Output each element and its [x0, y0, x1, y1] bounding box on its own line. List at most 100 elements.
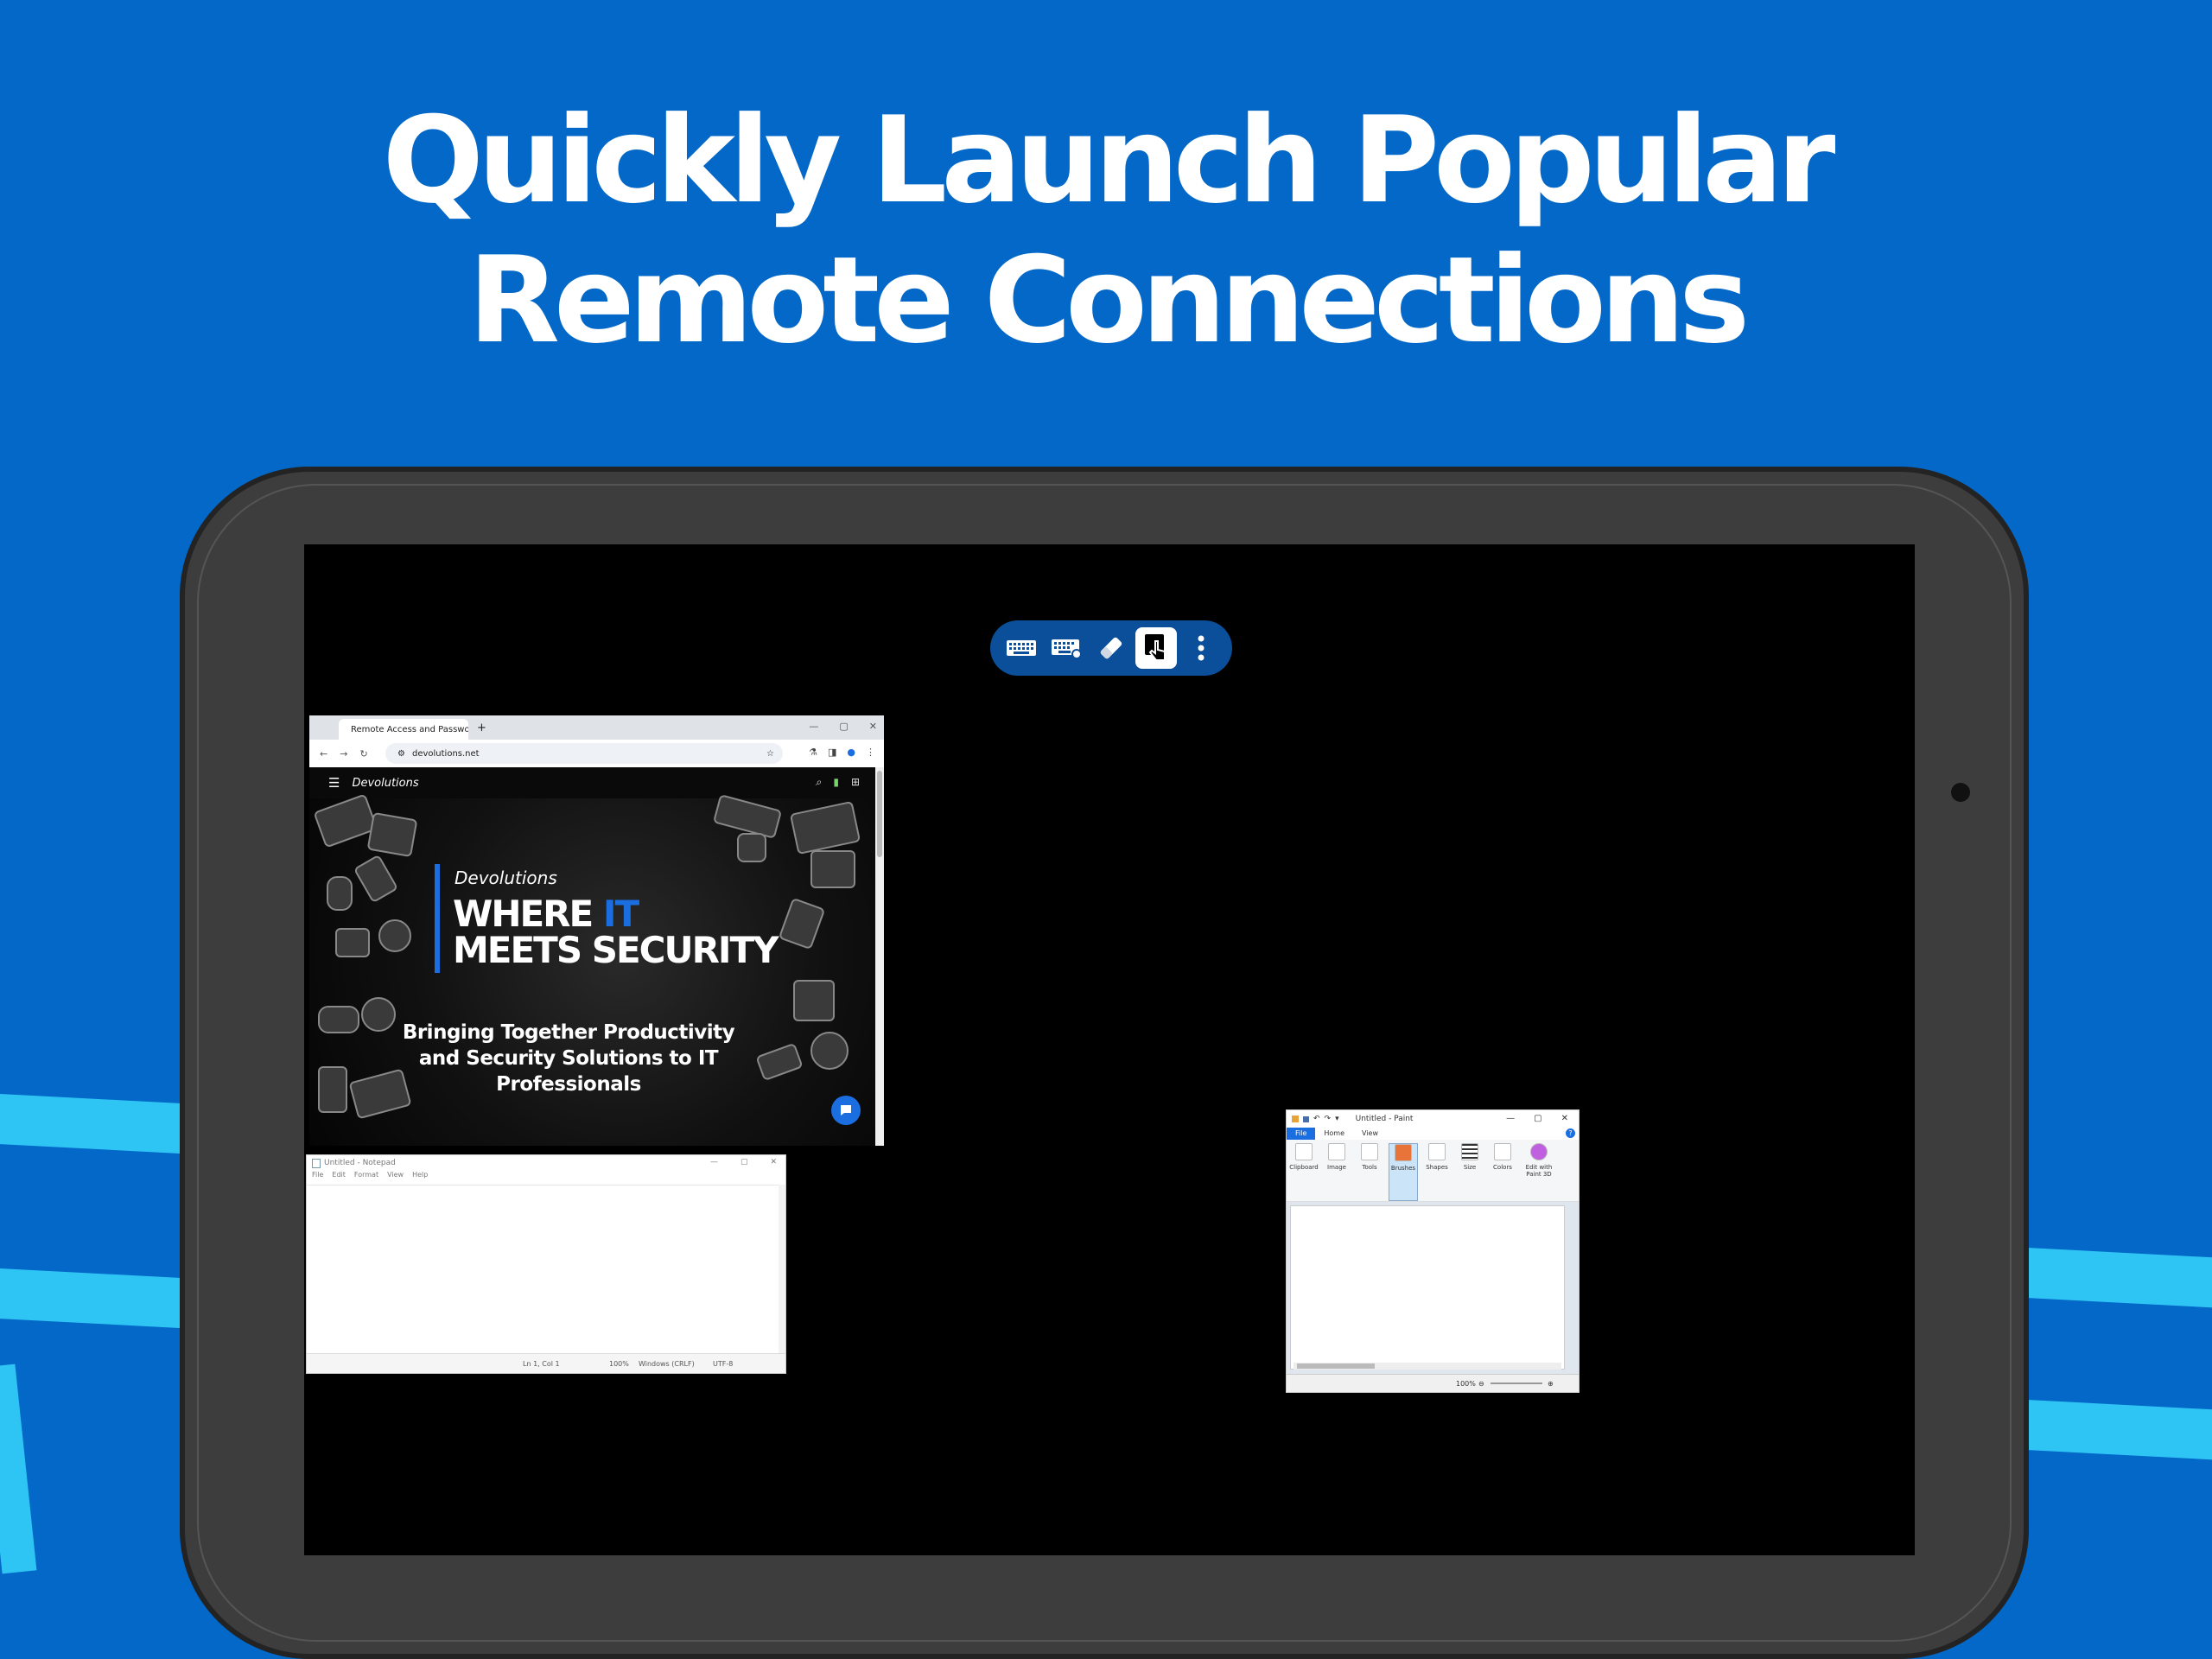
- minimize-icon[interactable]: —: [809, 721, 818, 732]
- device-illustration: [810, 850, 855, 888]
- profile-icon[interactable]: ●: [847, 747, 855, 758]
- brush-icon: [1395, 1144, 1412, 1161]
- tools-label: Tools: [1362, 1164, 1377, 1171]
- size-tool[interactable]: Size: [1456, 1143, 1484, 1201]
- minimize-icon[interactable]: —: [1506, 1114, 1515, 1123]
- help-icon[interactable]: ?: [1566, 1128, 1575, 1138]
- maximize-icon[interactable]: ▢: [1534, 1114, 1541, 1123]
- browser-menu-icon[interactable]: ⋮: [866, 747, 875, 758]
- battery-icon[interactable]: ▮: [833, 776, 839, 789]
- paint-statusbar: 100% ⊖ ⊕: [1287, 1374, 1579, 1392]
- search-icon[interactable]: ⌕: [816, 776, 822, 789]
- plant-illustration: [318, 1066, 347, 1113]
- site-logo[interactable]: Devolutions: [352, 777, 418, 790]
- remote-desktop-screen[interactable]: Remote Access and Password M ✕ + — ▢ ✕ ←…: [304, 544, 1915, 1555]
- hamburger-menu-icon[interactable]: ☰: [328, 775, 340, 791]
- new-tab-button[interactable]: +: [477, 721, 486, 734]
- zoom-level: 100%: [1456, 1380, 1476, 1388]
- notepad-text-area[interactable]: [307, 1185, 779, 1354]
- server-illustration: [366, 811, 418, 858]
- paint-horizontal-scrollbar[interactable]: [1294, 1363, 1561, 1370]
- bookmark-star-icon[interactable]: ☆: [766, 749, 774, 759]
- accent-stripe: [0, 1363, 37, 1574]
- phone-illustration: [778, 897, 826, 950]
- save-icon[interactable]: [1303, 1116, 1309, 1122]
- headline-line-1: Quickly Launch Popular: [382, 91, 1836, 230]
- tab-view[interactable]: View: [1353, 1128, 1387, 1140]
- status-line-endings: Windows (CRLF): [639, 1360, 695, 1368]
- menu-view[interactable]: View: [387, 1171, 404, 1183]
- apps-grid-icon[interactable]: ⊞: [851, 776, 860, 789]
- browser-tab-title: Remote Access and Password M: [351, 724, 468, 734]
- keyboard-icon[interactable]: [1001, 627, 1042, 669]
- tab-home[interactable]: Home: [1315, 1128, 1353, 1140]
- disk-illustration: [378, 919, 411, 952]
- camera-icon: [1951, 783, 1970, 802]
- browser-window[interactable]: Remote Access and Password M ✕ + — ▢ ✕ ←…: [309, 715, 884, 1146]
- maximize-icon[interactable]: ▢: [741, 1158, 748, 1166]
- scrollbar-thumb[interactable]: [1297, 1363, 1375, 1369]
- floating-toolbar: [990, 620, 1232, 676]
- size-label: Size: [1463, 1164, 1477, 1171]
- mug-illustration: [737, 833, 766, 862]
- eraser-icon[interactable]: [1090, 627, 1132, 669]
- image-tool[interactable]: Image: [1323, 1143, 1351, 1201]
- paint3d-tool[interactable]: Edit with Paint 3D: [1522, 1143, 1556, 1201]
- chat-icon[interactable]: [831, 1096, 861, 1125]
- sidepanel-icon[interactable]: ◨: [828, 747, 836, 758]
- zoom-in-icon[interactable]: ⊕: [1548, 1380, 1554, 1388]
- keyboard-settings-icon[interactable]: [1046, 627, 1087, 669]
- clipboard-icon: [1295, 1143, 1313, 1160]
- cable-illustration: [755, 1042, 804, 1082]
- scrollbar-thumb[interactable]: [877, 771, 882, 857]
- touch-mode-icon[interactable]: [1135, 627, 1177, 669]
- shapes-tool[interactable]: Shapes: [1423, 1143, 1451, 1201]
- site-info-icon[interactable]: ⚙: [397, 749, 405, 759]
- close-icon[interactable]: ✕: [1561, 1114, 1568, 1123]
- quick-access-dropdown-icon[interactable]: ▾: [1335, 1115, 1339, 1123]
- paint-ribbon-tabs: File Home View ?: [1287, 1128, 1579, 1140]
- back-icon[interactable]: ←: [320, 748, 327, 760]
- reload-icon[interactable]: ↻: [359, 748, 367, 760]
- cup-illustration: [335, 928, 370, 957]
- browser-tab[interactable]: Remote Access and Password M ✕: [339, 719, 468, 740]
- notepad-icon: [312, 1158, 321, 1168]
- forward-icon[interactable]: →: [340, 748, 347, 760]
- paint-window-controls: — ▢ ✕: [1506, 1114, 1568, 1123]
- paint3d-label: Edit with Paint 3D: [1525, 1164, 1553, 1178]
- image-label: Image: [1327, 1164, 1346, 1171]
- shapes-label: Shapes: [1426, 1164, 1448, 1171]
- browser-scrollbar[interactable]: [875, 767, 884, 1146]
- undo-icon[interactable]: ↶: [1313, 1115, 1320, 1123]
- paint-canvas[interactable]: [1290, 1205, 1565, 1370]
- colors-tool[interactable]: Colors: [1489, 1143, 1516, 1201]
- redo-icon[interactable]: ↷: [1325, 1115, 1332, 1123]
- more-vertical-icon[interactable]: [1180, 627, 1222, 669]
- menu-file[interactable]: File: [312, 1171, 323, 1183]
- tab-file[interactable]: File: [1287, 1128, 1316, 1140]
- line-size-icon: [1461, 1143, 1478, 1160]
- maximize-icon[interactable]: ▢: [839, 721, 848, 732]
- notepad-menubar: File Edit Format View Help: [307, 1171, 785, 1183]
- extensions-icon[interactable]: ⚗: [809, 747, 817, 758]
- menu-edit[interactable]: Edit: [332, 1171, 346, 1183]
- tools-tool[interactable]: Tools: [1356, 1143, 1383, 1201]
- close-icon[interactable]: ✕: [869, 721, 877, 732]
- zoom-out-icon[interactable]: ⊖: [1478, 1380, 1484, 1388]
- hero-headline-line-2: MEETS SECURITY: [453, 929, 779, 971]
- minimize-icon[interactable]: —: [710, 1158, 718, 1166]
- accent-stripe: [2003, 1398, 2212, 1462]
- close-icon[interactable]: ✕: [770, 1158, 777, 1166]
- notepad-window[interactable]: Untitled - Notepad — ▢ ✕ File Edit Forma…: [306, 1154, 786, 1374]
- clipboard-tool[interactable]: Clipboard: [1289, 1143, 1319, 1201]
- notepad-scrollbar[interactable]: [779, 1185, 785, 1354]
- paint-window[interactable]: ↶ ↷ ▾ Untitled - Paint — ▢ ✕ File Home V…: [1286, 1109, 1580, 1393]
- url-field[interactable]: ⚙ devolutions.net ☆: [385, 743, 783, 764]
- zoom-slider[interactable]: [1491, 1382, 1542, 1384]
- notepad-window-controls: — ▢ ✕: [710, 1158, 777, 1166]
- paint-titlebar: ↶ ↷ ▾ Untitled - Paint — ▢ ✕: [1287, 1110, 1579, 1128]
- menu-format[interactable]: Format: [354, 1171, 378, 1183]
- brushes-tool[interactable]: Brushes: [1389, 1143, 1418, 1201]
- colors-label: Colors: [1493, 1164, 1512, 1171]
- menu-help[interactable]: Help: [412, 1171, 428, 1183]
